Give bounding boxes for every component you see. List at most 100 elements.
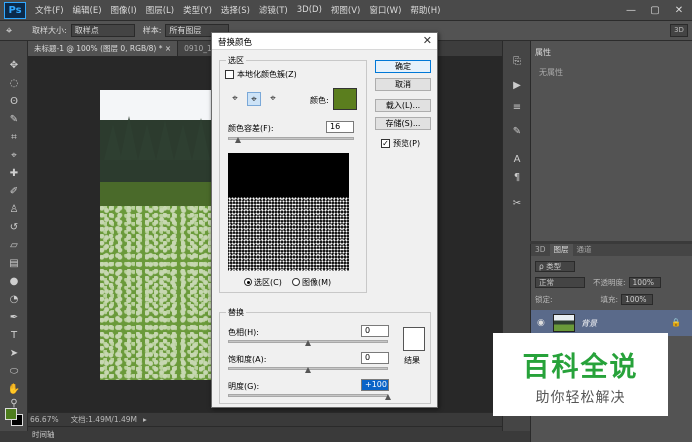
foreground-color-swatch[interactable] <box>5 408 17 420</box>
layer-kind-select[interactable]: ρ 类型 <box>535 260 575 272</box>
radio-image[interactable] <box>292 278 300 286</box>
radio-selection-label: 选区(C) <box>254 278 282 287</box>
lightness-input[interactable]: +100 <box>361 379 389 391</box>
crop-tool-icon[interactable]: ⌗ <box>5 131 23 145</box>
menu-3d[interactable]: 3D(D) <box>297 5 322 15</box>
lock-row: 锁定: 填充: 100% <box>535 293 689 305</box>
actions-panel-icon[interactable]: ▶ <box>510 79 524 93</box>
menu-edit[interactable]: 编辑(E) <box>73 4 102 16</box>
fill-input[interactable]: 100% <box>621 293 654 305</box>
image-field <box>100 206 212 380</box>
result-label: 结果 <box>404 356 420 365</box>
visibility-eye-icon[interactable]: ◉ <box>537 318 547 328</box>
layers-panel-tabs: 3D 图层 通道 <box>531 244 692 256</box>
save-button[interactable]: 存储(S)... <box>375 117 431 130</box>
marquee-tool-icon[interactable]: ◌ <box>5 77 23 91</box>
shape-tool-icon[interactable]: ⬭ <box>5 365 23 379</box>
tab-untitled[interactable]: 未标题-1 @ 100% (图层 0, RGB/8) * × <box>28 41 179 56</box>
menu-select[interactable]: 选择(S) <box>221 4 250 16</box>
brush-panel-icon[interactable]: ✎ <box>510 125 524 139</box>
menu-help[interactable]: 帮助(H) <box>410 4 440 16</box>
fuzziness-label: 颜色容差(F): <box>228 124 274 133</box>
zoom-level[interactable]: 66.67% <box>30 415 59 424</box>
watermark-logo: 百科全说 助你轻松解决 <box>493 333 668 416</box>
radio-selection[interactable] <box>244 278 252 286</box>
maximize-button[interactable]: ▢ <box>644 1 666 19</box>
tools-panel: ✥ ◌ ʘ ✎ ⌗ ⌖ ✚ ✐ ♙ ↺ ▱ ▤ ● ◔ ✒ T ➤ ⬭ ✋ ⚲ <box>0 41 28 431</box>
menu-window[interactable]: 窗口(W) <box>369 4 401 16</box>
tab-channels[interactable]: 通道 <box>573 244 596 256</box>
saturation-slider-thumb[interactable] <box>305 367 311 373</box>
fuzziness-slider-thumb[interactable] <box>235 137 242 143</box>
character-panel-icon[interactable]: A <box>510 153 524 167</box>
dialog-close-icon[interactable]: ✕ <box>423 34 432 47</box>
preview-checkbox[interactable]: ✓ <box>381 139 390 148</box>
localized-clusters-checkbox[interactable] <box>225 70 234 79</box>
fill-label: 填充: <box>600 294 619 304</box>
image-trees <box>100 116 212 190</box>
ps-logo: Ps <box>4 1 26 19</box>
load-button[interactable]: 载入(L)... <box>375 99 431 112</box>
hue-input[interactable]: 0 <box>361 325 389 337</box>
menu-layer[interactable]: 图层(L) <box>146 4 174 16</box>
brush-tool-icon[interactable]: ✐ <box>5 185 23 199</box>
move-tool-icon[interactable]: ✥ <box>5 59 23 73</box>
fuzziness-input[interactable]: 16 <box>326 121 354 133</box>
eyedropper-icon[interactable]: ⌖ <box>228 92 242 106</box>
menu-type[interactable]: 类型(Y) <box>183 4 212 16</box>
properties-panel: 属性 无属性 <box>530 41 692 241</box>
saturation-label: 饱和度(A): <box>228 355 267 364</box>
timeline-panel-tab[interactable]: 时间轴 <box>28 426 502 442</box>
dialog-title: 替换颜色 <box>218 38 253 48</box>
stamp-tool-icon[interactable]: ♙ <box>5 203 23 217</box>
no-properties-text: 无属性 <box>539 68 563 77</box>
3d-mode-button[interactable]: 3D <box>670 24 688 37</box>
fuzziness-slider[interactable] <box>228 137 354 140</box>
history-brush-icon[interactable]: ↺ <box>5 221 23 235</box>
hue-slider-thumb[interactable] <box>305 340 311 346</box>
doc-size: 文档:1.49M/1.49M <box>70 415 138 424</box>
properties-tab[interactable]: 属性 <box>535 47 551 58</box>
path-select-icon[interactable]: ➤ <box>5 347 23 361</box>
menu-view[interactable]: 视图(V) <box>331 4 360 16</box>
sample-size-select[interactable]: 取样点 <box>70 24 135 37</box>
status-arrow-icon[interactable]: ▸ <box>143 415 147 424</box>
paragraph-panel-icon[interactable]: ¶ <box>510 171 524 185</box>
close-window-button[interactable]: ✕ <box>668 1 690 19</box>
history-panel-icon[interactable]: ⎘ <box>510 55 524 69</box>
pen-tool-icon[interactable]: ✒ <box>5 311 23 325</box>
photoshop-window: Ps 文件(F) 编辑(E) 图像(I) 图层(L) 类型(Y) 选择(S) 滤… <box>0 0 692 442</box>
type-tool-icon[interactable]: T <box>5 329 23 343</box>
saturation-input[interactable]: 0 <box>361 352 389 364</box>
quick-select-tool-icon[interactable]: ✎ <box>5 113 23 127</box>
menu-filter[interactable]: 滤镜(T) <box>259 4 288 16</box>
sample-label: 样本: <box>142 26 162 35</box>
gradient-tool-icon[interactable]: ▤ <box>5 257 23 271</box>
tab-layers[interactable]: 图层 <box>549 244 573 256</box>
cancel-button[interactable]: 取消 <box>375 78 431 91</box>
minimize-button[interactable]: — <box>620 1 642 19</box>
tab-3d[interactable]: 3D <box>531 244 550 256</box>
ok-button[interactable]: 确定 <box>375 60 431 73</box>
result-color-swatch[interactable] <box>403 327 425 351</box>
selected-color-swatch[interactable] <box>333 88 357 110</box>
eraser-tool-icon[interactable]: ▱ <box>5 239 23 253</box>
blur-tool-icon[interactable]: ● <box>5 275 23 289</box>
menu-image[interactable]: 图像(I) <box>111 4 137 16</box>
menu-file[interactable]: 文件(F) <box>35 4 64 16</box>
lasso-tool-icon[interactable]: ʘ <box>5 95 23 109</box>
lightness-slider-thumb[interactable] <box>385 394 391 400</box>
adjust-panel-icon[interactable]: ≡ <box>510 101 524 115</box>
healing-brush-icon[interactable]: ✚ <box>5 167 23 181</box>
hand-tool-icon[interactable]: ✋ <box>5 383 23 397</box>
document-image <box>100 90 212 380</box>
lightness-slider[interactable] <box>228 394 388 397</box>
blend-mode-select[interactable]: 正常 <box>535 276 585 288</box>
eyedropper-minus-icon[interactable]: ⌖ <box>266 92 280 106</box>
tools-preset-icon[interactable]: ✂ <box>510 197 524 211</box>
eyedropper-tool-icon[interactable]: ⌖ <box>6 24 24 38</box>
opacity-input[interactable]: 100% <box>628 276 661 288</box>
dodge-tool-icon[interactable]: ◔ <box>5 293 23 307</box>
eyedropper-plus-icon[interactable]: ⌖ <box>247 92 261 106</box>
eyedropper-icon[interactable]: ⌖ <box>5 149 23 163</box>
